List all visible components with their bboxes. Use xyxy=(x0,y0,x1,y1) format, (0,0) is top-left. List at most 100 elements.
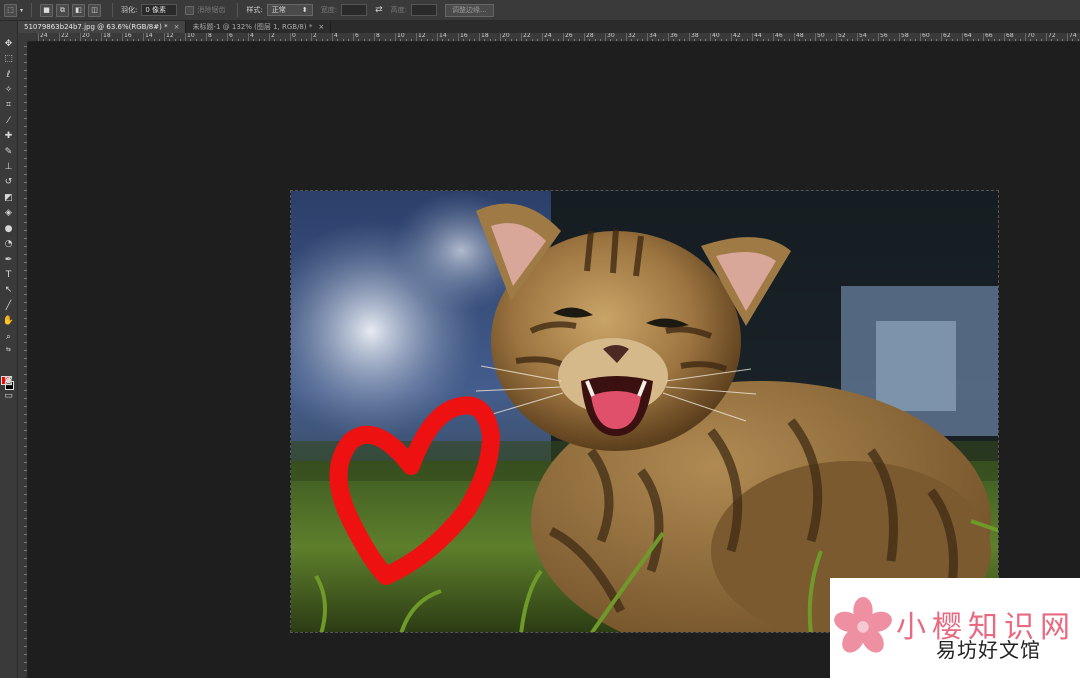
ruler-major-tick xyxy=(206,33,207,41)
eyedropper-tool-icon[interactable]: ⁄ xyxy=(1,114,16,128)
add-selection-icon[interactable]: ⧉ xyxy=(56,3,70,17)
dropdown-caret-icon[interactable]: ▾ xyxy=(20,7,23,14)
ruler-major-tick xyxy=(458,33,459,41)
line-tool-icon[interactable]: ╱ xyxy=(1,299,16,313)
healing-brush-tool-icon[interactable]: ✚ xyxy=(1,129,16,143)
ruler-origin[interactable] xyxy=(18,33,28,42)
kitten-photo xyxy=(291,191,998,632)
ruler-major-tick xyxy=(1025,33,1026,41)
watermark-subtitle: 易坊好文馆 xyxy=(936,638,1041,662)
document-tabs: 51079863b24b7.jpg @ 63.6%(RGB/8#) * × 未标… xyxy=(18,21,1080,33)
ruler-major-tick xyxy=(80,33,81,41)
ruler-major-tick xyxy=(248,33,249,41)
paint-bucket-tool-icon[interactable]: ◈ xyxy=(1,206,16,220)
tab-label: 未标题-1 @ 132% (图层 1, RGB/8) * xyxy=(192,23,313,31)
blur-tool-icon[interactable]: ● xyxy=(1,222,16,236)
ruler-major-tick xyxy=(857,33,858,41)
marquee-preset-icon[interactable]: ⬚ xyxy=(4,3,17,17)
ruler-major-tick xyxy=(1067,33,1068,41)
ruler-major-tick xyxy=(1004,33,1005,41)
style-select-value: 正常 xyxy=(271,6,286,14)
ruler-major-tick xyxy=(668,33,669,41)
style-label: 样式: xyxy=(246,6,263,14)
tab-document-1[interactable]: 51079863b24b7.jpg @ 63.6%(RGB/8#) * × xyxy=(18,21,187,33)
ruler-major-tick xyxy=(962,33,963,41)
ruler-major-tick xyxy=(584,33,585,41)
feather-input[interactable]: 0 像素 xyxy=(141,4,178,16)
ruler-major-tick xyxy=(941,33,942,41)
brush-tool-icon[interactable]: ✎ xyxy=(1,145,16,159)
intersect-selection-icon[interactable]: ◫ xyxy=(88,3,102,17)
magic-wand-tool-icon[interactable]: ✧ xyxy=(1,83,16,97)
close-icon[interactable]: × xyxy=(318,23,324,31)
ruler-major-tick xyxy=(920,33,921,41)
ruler-major-tick xyxy=(353,33,354,41)
width-label: 宽度: xyxy=(320,6,338,14)
style-select[interactable]: 正常 ⬍ xyxy=(266,4,313,16)
antialias-checkbox[interactable] xyxy=(185,5,195,15)
options-bar: ⬚ ▾ ■ ⧉ ◧ ◫ 羽化: 0 像素 消除锯齿 样式: 正常 ⬍ 宽度: ⇄… xyxy=(0,0,1080,21)
ruler-major-tick xyxy=(311,33,312,41)
eraser-tool-icon[interactable]: ◩ xyxy=(1,191,16,205)
type-tool-icon[interactable]: T xyxy=(1,268,16,282)
ruler-major-tick xyxy=(794,33,795,41)
move-tool-icon[interactable]: ✥ xyxy=(1,37,16,51)
ruler-major-tick xyxy=(878,33,879,41)
ruler-major-tick xyxy=(815,33,816,41)
marquee-tool-icon[interactable]: ⬚ xyxy=(1,52,16,66)
pen-tool-icon[interactable]: ✒ xyxy=(1,253,16,267)
photoshop-window: ⬚ ▾ ■ ⧉ ◧ ◫ 羽化: 0 像素 消除锯齿 样式: 正常 ⬍ 宽度: ⇄… xyxy=(0,0,1080,678)
ruler-major-tick xyxy=(143,33,144,41)
ruler-major-tick xyxy=(1046,33,1047,41)
ruler-major-tick xyxy=(479,33,480,41)
document-canvas[interactable] xyxy=(290,190,999,633)
screen-mode-icon[interactable]: ▭ xyxy=(1,389,16,403)
ruler-major-tick xyxy=(437,33,438,41)
clone-stamp-tool-icon[interactable]: ⊥ xyxy=(1,160,16,174)
quick-mask-icon[interactable]: ◙ xyxy=(1,374,16,388)
ruler-major-tick xyxy=(269,33,270,41)
zoom-tool-icon[interactable]: ⌕ xyxy=(1,330,16,344)
close-icon[interactable]: × xyxy=(174,23,180,31)
ruler-major-tick xyxy=(899,33,900,41)
height-input[interactable] xyxy=(411,4,437,16)
ruler-major-tick xyxy=(563,33,564,41)
path-selection-tool-icon[interactable]: ↖ xyxy=(1,283,16,297)
ruler-major-tick xyxy=(689,33,690,41)
new-selection-icon[interactable]: ■ xyxy=(40,3,54,17)
ruler-major-tick xyxy=(731,33,732,41)
horizontal-ruler[interactable]: 24 22 20 18 16 14 12 10 8 6 4 2 0 2 4 6 8 10 12 14 16 18 20 22 2… xyxy=(28,33,1080,42)
swap-dimensions-icon[interactable]: ⇄ xyxy=(375,5,383,15)
history-brush-tool-icon[interactable]: ↺ xyxy=(1,175,16,189)
dodge-tool-icon[interactable]: ◔ xyxy=(1,237,16,251)
ruler-major-tick xyxy=(500,33,501,41)
refine-edge-button[interactable]: 调整边缘... xyxy=(445,3,494,17)
ruler-major-tick xyxy=(332,33,333,41)
tab-document-2[interactable]: 未标题-1 @ 132% (图层 1, RGB/8) * × xyxy=(186,21,332,33)
tab-label: 51079863b24b7.jpg @ 63.6%(RGB/8#) * xyxy=(24,23,168,31)
ruler-major-tick xyxy=(38,33,39,41)
antialias-label: 消除锯齿 xyxy=(197,6,226,14)
swap-colors-icon[interactable]: ⇆ xyxy=(1,343,16,357)
ruler-major-tick xyxy=(773,33,774,41)
ruler-major-tick xyxy=(647,33,648,41)
ruler-major-tick xyxy=(395,33,396,41)
ruler-major-tick xyxy=(101,33,102,41)
ruler-major-tick xyxy=(836,33,837,41)
ruler-major-tick xyxy=(227,33,228,41)
ruler-major-tick xyxy=(59,33,60,41)
subtract-selection-icon[interactable]: ◧ xyxy=(72,3,86,17)
ruler-major-tick xyxy=(542,33,543,41)
ruler-major-tick xyxy=(185,33,186,41)
hand-tool-icon[interactable]: ✋ xyxy=(1,314,16,328)
width-input[interactable] xyxy=(341,4,368,16)
ruler-major-tick xyxy=(122,33,123,41)
vertical-ruler[interactable] xyxy=(18,42,28,678)
chevron-down-icon: ⬍ xyxy=(301,6,308,14)
ruler-major-tick xyxy=(290,33,291,41)
toolbox: ✥ ⬚ ℓ ✧ ⌗ ⁄ ✚ ✎ ⊥ ↺ ◩ ◈ ● ◔ ✒ T ↖ ╱ ✋ ⌕ … xyxy=(0,21,18,678)
crop-tool-icon[interactable]: ⌗ xyxy=(1,98,16,112)
ruler-major-tick xyxy=(521,33,522,41)
ruler-major-tick xyxy=(605,33,606,41)
lasso-tool-icon[interactable]: ℓ xyxy=(1,68,16,82)
